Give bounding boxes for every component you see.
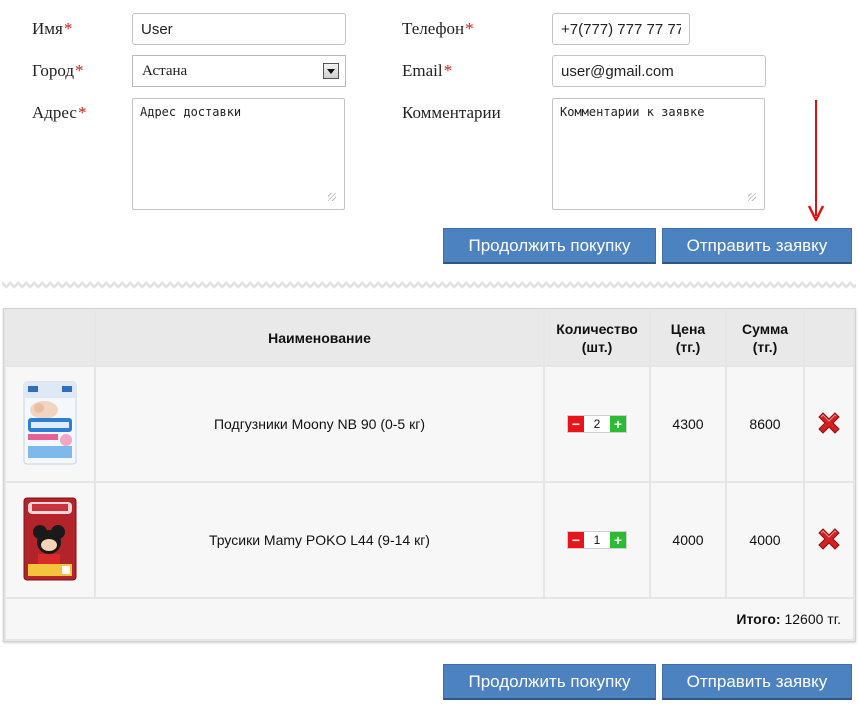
- minus-icon[interactable]: −: [568, 416, 584, 432]
- address-textarea[interactable]: [132, 98, 345, 210]
- cart-total-cell: Итого: 12600 тг.: [6, 599, 853, 639]
- price-cell: 4000: [651, 483, 725, 597]
- plus-icon[interactable]: +: [610, 416, 626, 432]
- delete-cell: [805, 367, 853, 481]
- name-input[interactable]: [132, 13, 346, 45]
- phone-input[interactable]: [552, 13, 690, 45]
- name-label: Имя*: [32, 19, 73, 38]
- qty-cell: − 1 +: [545, 483, 649, 597]
- email-label: Email*: [402, 61, 453, 80]
- quantity-stepper: − 2 +: [567, 415, 627, 433]
- product-name-cell: Трусики Mamy POKO L44 (9-14 кг): [96, 483, 543, 597]
- chevron-down-icon[interactable]: [323, 63, 339, 79]
- annotation-arrow-icon: [807, 100, 825, 222]
- minus-icon[interactable]: −: [568, 532, 584, 548]
- delete-cell: [805, 483, 853, 597]
- city-select[interactable]: Астана: [132, 55, 346, 87]
- sum-column-header: Сумма (тг.): [727, 311, 803, 365]
- section-divider: [2, 281, 856, 289]
- table-row: Подгузники Moony NB 90 (0-5 кг) − 2 + 43…: [6, 367, 853, 481]
- cart-header-row: Наименование Количество (шт.) Цена (тг.)…: [6, 311, 853, 365]
- city-select-value: Астана: [142, 63, 188, 79]
- phone-label: Телефон*: [402, 19, 474, 38]
- product-image-cell: [6, 367, 94, 481]
- email-input[interactable]: [552, 55, 766, 87]
- mamypoko-package-image[interactable]: [22, 496, 78, 582]
- qty-column-header: Количество (шт.): [545, 311, 649, 365]
- quantity-stepper: − 1 +: [567, 531, 627, 549]
- resize-grip-icon[interactable]: [328, 193, 336, 201]
- submit-order-button[interactable]: Отправить заявку: [662, 228, 852, 264]
- submit-order-button-bottom[interactable]: Отправить заявку: [662, 664, 852, 700]
- image-column-header: [6, 311, 94, 365]
- address-label: Адрес*: [32, 103, 87, 122]
- quantity-value[interactable]: 2: [584, 417, 610, 431]
- product-image-cell: [6, 483, 94, 597]
- total-label: Итого:: [736, 611, 781, 627]
- continue-shopping-button-bottom[interactable]: Продолжить покупку: [443, 664, 656, 700]
- quantity-value[interactable]: 1: [584, 533, 610, 547]
- sum-cell: 8600: [727, 367, 803, 481]
- continue-shopping-button[interactable]: Продолжить покупку: [443, 228, 656, 264]
- name-column-header: Наименование: [96, 311, 543, 365]
- qty-cell: − 2 +: [545, 367, 649, 481]
- table-row: Трусики Mamy POKO L44 (9-14 кг) − 1 + 40…: [6, 483, 853, 597]
- total-value: 12600 тг.: [784, 611, 841, 627]
- cart-total-row: Итого: 12600 тг.: [6, 599, 853, 639]
- moony-package-image[interactable]: [22, 380, 78, 466]
- plus-icon[interactable]: +: [610, 532, 626, 548]
- delete-x-icon[interactable]: [816, 526, 842, 552]
- delete-x-icon[interactable]: [816, 410, 842, 436]
- price-column-header: Цена (тг.): [651, 311, 725, 365]
- price-cell: 4300: [651, 367, 725, 481]
- city-label: Город*: [32, 61, 84, 80]
- sum-cell: 4000: [727, 483, 803, 597]
- product-name-cell: Подгузники Moony NB 90 (0-5 кг): [96, 367, 543, 481]
- cart-table: Наименование Количество (шт.) Цена (тг.)…: [3, 308, 856, 642]
- action-column-header: [805, 311, 853, 365]
- comment-label: Комментарии: [402, 103, 501, 122]
- resize-grip-icon[interactable]: [748, 193, 756, 201]
- comment-textarea[interactable]: [552, 98, 765, 210]
